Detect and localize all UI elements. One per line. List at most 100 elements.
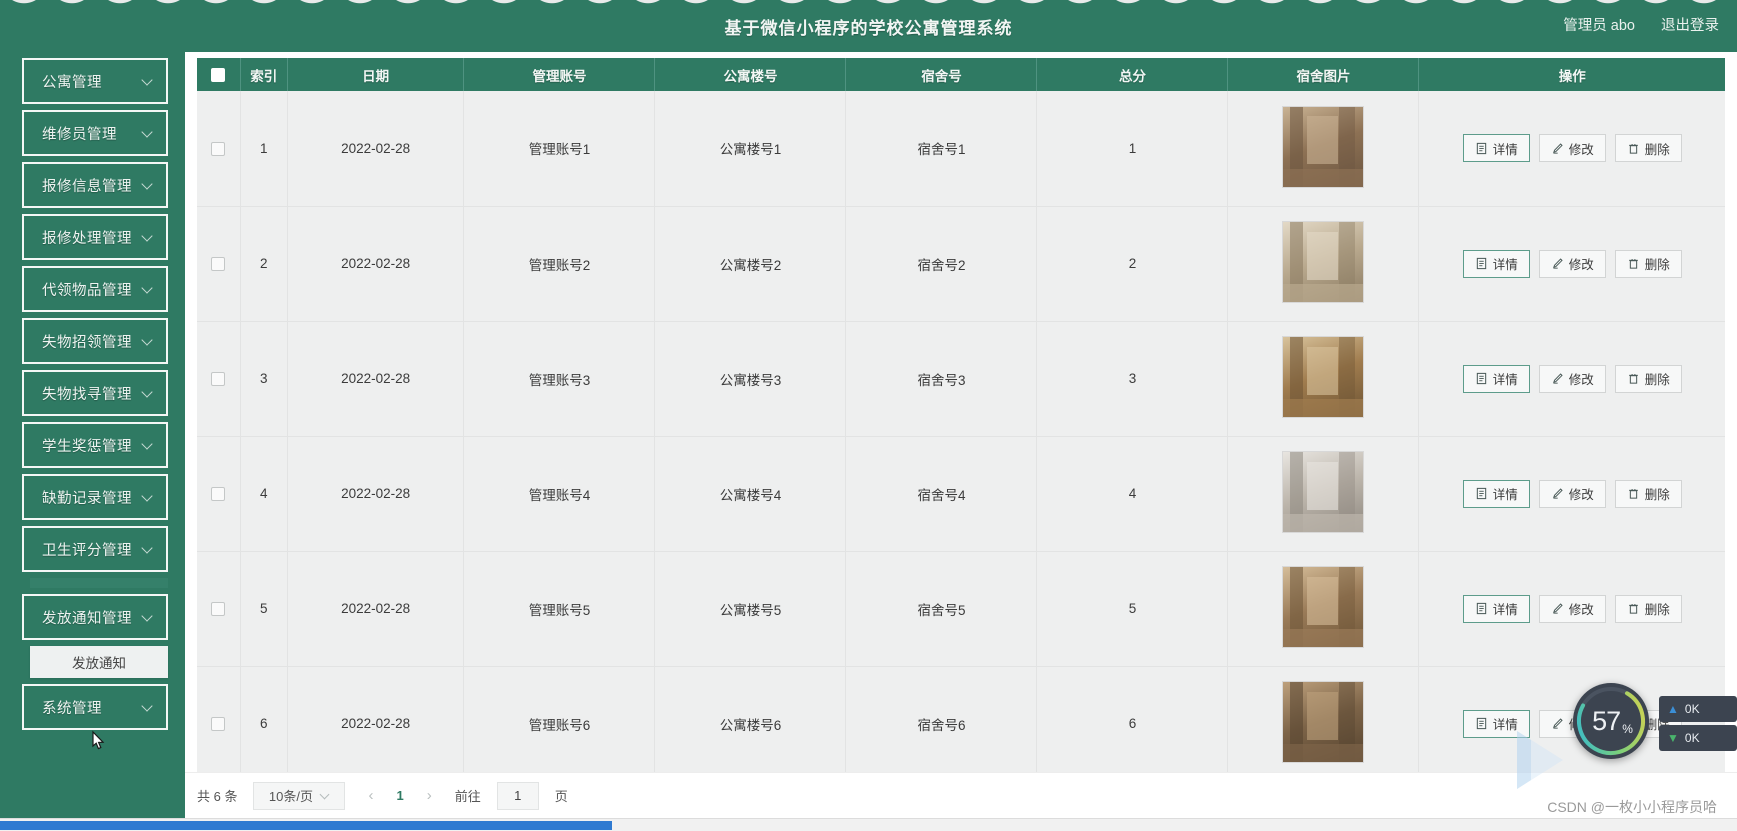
delete-button[interactable]: 删除: [1614, 364, 1682, 393]
edit-button-label: 修改: [1568, 142, 1594, 157]
document-icon: [1476, 487, 1486, 500]
cell-index: 6: [240, 666, 288, 782]
edit-button[interactable]: 修改: [1538, 594, 1606, 623]
detail-button-label: 详情: [1492, 142, 1518, 157]
sidebar-item-label: 失物招领管理: [42, 334, 132, 351]
sidebar-item-3[interactable]: 报修处理管理: [22, 214, 168, 260]
row-checkbox[interactable]: [211, 257, 226, 272]
document-icon: [1476, 602, 1486, 615]
cell-image: [1227, 321, 1420, 437]
cell-score: 3: [1036, 321, 1229, 437]
detail-button[interactable]: 详情: [1462, 594, 1530, 623]
edit-button[interactable]: 修改: [1538, 364, 1606, 393]
cell-image: [1227, 436, 1420, 552]
sidebar-item-4[interactable]: 代领物品管理: [22, 266, 168, 312]
delete-button[interactable]: 删除: [1614, 249, 1682, 278]
cell-select[interactable]: [197, 206, 241, 322]
cell-image: [1227, 91, 1420, 207]
select-all-checkbox[interactable]: [211, 68, 226, 83]
edit-button[interactable]: 修改: [1538, 249, 1606, 278]
cell-select[interactable]: [197, 551, 241, 667]
sidebar-item-6[interactable]: 失物找寻管理: [22, 370, 168, 416]
row-checkbox[interactable]: [211, 602, 226, 617]
sidebar-divider: [30, 578, 168, 588]
sidebar-item-8[interactable]: 缺勤记录管理: [22, 474, 168, 520]
sidebar-item-7[interactable]: 学生奖惩管理: [22, 422, 168, 468]
cell-image: [1227, 551, 1420, 667]
sidebar-item-10[interactable]: 发放通知管理: [22, 594, 168, 640]
sidebar-item-2[interactable]: 报修信息管理: [22, 162, 168, 208]
cell-account: 管理账号2: [463, 206, 656, 322]
sidebar-submenu-item-fafangtongzhi[interactable]: 发放通知: [30, 646, 168, 678]
row-checkbox[interactable]: [211, 717, 226, 732]
current-user-label: 管理员 abo: [1563, 18, 1635, 34]
dorm-photo-thumbnail[interactable]: [1282, 451, 1365, 533]
row-checkbox[interactable]: [211, 487, 226, 502]
cell-select[interactable]: [197, 666, 241, 782]
cell-score: 6: [1036, 666, 1229, 782]
dorm-photo-thumbnail[interactable]: [1282, 336, 1365, 418]
cell-account: 管理账号1: [463, 91, 656, 207]
edit-button-label: 修改: [1568, 603, 1594, 617]
delete-button[interactable]: 删除: [1614, 594, 1682, 623]
page-number-1[interactable]: 1: [396, 788, 403, 803]
next-page-button[interactable]: ›: [420, 787, 439, 804]
row-checkbox[interactable]: [211, 141, 226, 156]
sidebar-item-1[interactable]: 维修员管理: [22, 110, 168, 156]
horizontal-scrollbar-thumb[interactable]: [0, 821, 612, 830]
detail-button[interactable]: 详情: [1462, 134, 1530, 163]
goto-page-input[interactable]: 1: [496, 781, 539, 810]
pencil-icon: [1552, 258, 1563, 269]
row-checkbox[interactable]: [211, 372, 226, 387]
pencil-icon: [1552, 143, 1563, 154]
cell-account: 管理账号4: [463, 436, 656, 552]
cpu-usage-gauge[interactable]: 57%: [1573, 683, 1649, 759]
horizontal-scrollbar[interactable]: [0, 818, 1737, 831]
dorm-photo-thumbnail[interactable]: [1282, 105, 1365, 188]
page-size-select[interactable]: 10条/页: [253, 781, 346, 810]
cell-building: 公寓楼号6: [654, 666, 847, 782]
cell-select[interactable]: [197, 436, 241, 552]
logout-button[interactable]: 退出登录: [1661, 14, 1719, 35]
delete-button-label: 删除: [1644, 142, 1670, 157]
trash-icon: [1628, 489, 1638, 499]
action-button-group: 详情 修改 删除: [1419, 594, 1725, 623]
chevron-down-icon: [142, 179, 154, 191]
table-container: 索引 日期 管理账号 公寓楼号 宿舍号 总分 宿舍图片 操作 1 2022-02-…: [197, 58, 1725, 782]
th-score: 总分: [1036, 58, 1229, 91]
detail-button[interactable]: 详情: [1462, 249, 1530, 278]
detail-button[interactable]: 详情: [1462, 364, 1530, 393]
th-index: 索引: [240, 58, 288, 91]
table-row: 5 2022-02-28 管理账号5 公寓楼号5 宿舍号5 5 详情 修改 删除: [197, 551, 1725, 667]
sidebar-item-label: 学生奖惩管理: [42, 438, 132, 455]
prev-page-button[interactable]: ‹: [361, 787, 380, 804]
delete-button[interactable]: 删除: [1614, 134, 1682, 163]
cell-building: 公寓楼号5: [654, 551, 847, 667]
cell-building: 公寓楼号1: [654, 91, 847, 207]
chevron-down-icon: [142, 491, 154, 503]
cell-dorm: 宿舍号5: [845, 551, 1038, 667]
detail-button[interactable]: 详情: [1462, 479, 1530, 508]
dorm-photo-thumbnail[interactable]: [1282, 566, 1365, 648]
sidebar-item-5[interactable]: 失物招领管理: [22, 318, 168, 364]
th-dorm: 宿舍号: [845, 58, 1038, 91]
cell-index: 3: [240, 321, 288, 437]
edit-button[interactable]: 修改: [1538, 479, 1606, 508]
action-button-group: 详情 修改 删除: [1419, 479, 1725, 508]
cell-select[interactable]: [197, 91, 241, 207]
detail-button-label: 详情: [1492, 258, 1518, 272]
cell-index: 5: [240, 551, 288, 667]
csdn-watermark: CSDN @一枚小小程序员哈: [1547, 799, 1717, 815]
cpu-percent-number: 57: [1592, 705, 1621, 736]
delete-button[interactable]: 删除: [1614, 479, 1682, 508]
cell-select[interactable]: [197, 321, 241, 437]
dorm-photo-thumbnail[interactable]: [1282, 681, 1365, 763]
sidebar-item-0[interactable]: 公寓管理: [22, 58, 168, 104]
th-select-all[interactable]: [197, 58, 241, 91]
page-size-label: 10条/页: [268, 789, 313, 804]
cell-dorm: 宿舍号2: [845, 206, 1038, 322]
edit-button[interactable]: 修改: [1538, 134, 1606, 163]
sidebar-item-9[interactable]: 卫生评分管理: [22, 526, 168, 572]
sidebar-item-11[interactable]: 系统管理: [22, 684, 168, 730]
dorm-photo-thumbnail[interactable]: [1282, 221, 1365, 303]
